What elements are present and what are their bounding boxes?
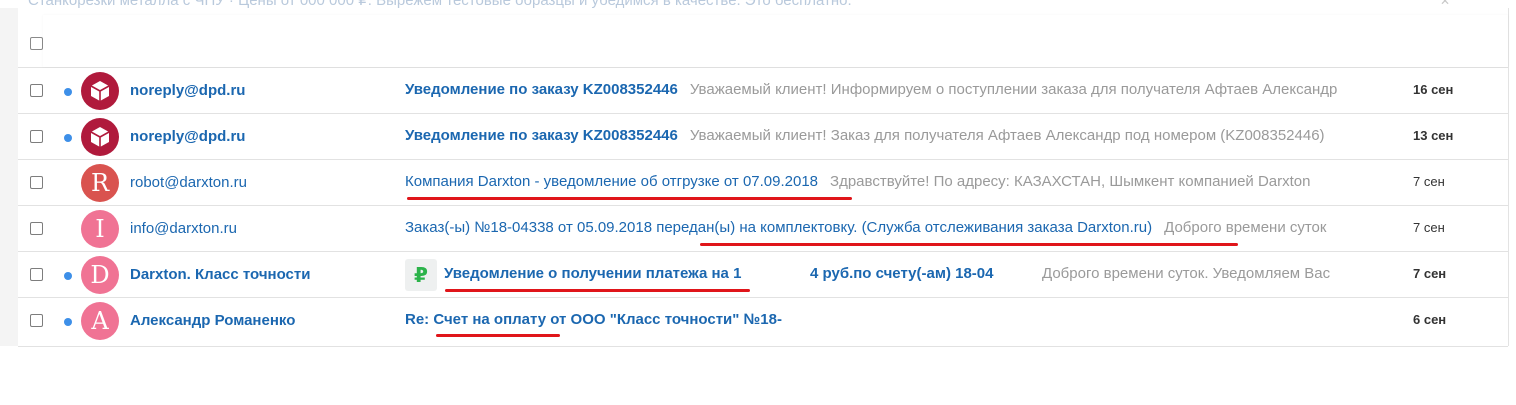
left-rail (0, 8, 18, 346)
message-row-3[interactable]: R robot@darxton.ru Компания Darxton - ув… (18, 160, 1508, 206)
subject[interactable]: Уведомление по заказу KZ008352446 (405, 127, 678, 144)
preview: Уважаемый клиент! Заказ для получателя А… (689, 127, 1325, 144)
subject-area-tail[interactable]: 4 руб.по счету(-ам) 18-04 (810, 265, 1010, 287)
top-partial-text: Станкорезки металла с ЧПУ · Цены от 000 … (28, 0, 852, 8)
sender-name[interactable]: Александр Романенко (130, 312, 295, 329)
dpd-cube-icon (81, 72, 119, 110)
date: 7 сен (1413, 174, 1445, 189)
avatar: D (81, 256, 119, 294)
subject[interactable]: Компания Darxton - уведомление об отгруз… (405, 173, 818, 190)
avatar: A (81, 302, 119, 340)
unread-dot[interactable] (64, 318, 72, 326)
subject-area[interactable]: Уведомление по заказу KZ008352446 Уважаем… (405, 127, 1357, 149)
unread-dot[interactable] (64, 88, 72, 96)
preview: Доброго времени суток (1164, 219, 1327, 236)
select-all-checkbox[interactable] (30, 37, 43, 50)
dpd-cube-icon (81, 118, 119, 156)
subject-part-b[interactable]: 4 руб.по счету(-ам) 18-04 (810, 265, 993, 282)
annotation-underline (445, 289, 750, 292)
ruble-sign: ₽ (414, 264, 428, 287)
annotation-underline (407, 197, 852, 200)
avatar: R (81, 164, 119, 202)
list-header (18, 8, 1508, 68)
cube-icon (90, 127, 110, 147)
subject-area[interactable]: Уведомление по заказу KZ008352446 Уважаем… (405, 81, 1357, 103)
subject-area[interactable]: Заказ(-ы) №18-04338 от 05.09.2018 переда… (405, 219, 1357, 241)
message-row-5[interactable]: D Darxton. Класс точности ₽ Уведомление … (18, 252, 1508, 298)
close-icon[interactable]: ✕ (1440, 0, 1456, 8)
sender-name[interactable]: robot@darxton.ru (130, 174, 247, 191)
toolbar-blank (43, 15, 1508, 67)
message-row-4[interactable]: I info@darxton.ru Заказ(-ы) №18-04338 от… (18, 206, 1508, 252)
subject-area[interactable]: Компания Darxton - уведомление об отгруз… (405, 173, 1357, 195)
message-row-2[interactable]: noreply@dpd.ru Уведомление по заказу KZ0… (18, 114, 1508, 160)
date: 7 сен (1413, 220, 1445, 235)
avatar-letter: D (90, 261, 110, 289)
row-checkbox[interactable] (30, 130, 43, 143)
subject-part-a[interactable]: Уведомление о получении платежа на 1 (444, 265, 741, 282)
unread-dot[interactable] (64, 134, 72, 142)
row-checkbox[interactable] (30, 222, 43, 235)
preview-area: Доброго времени суток. Уведомляем Вас (1042, 265, 1357, 287)
subject[interactable]: Заказ(-ы) №18-04338 от 05.09.2018 переда… (405, 219, 1152, 236)
redaction-mask (814, 304, 1354, 346)
date: 13 сен (1413, 128, 1454, 143)
date: 7 сен (1413, 266, 1447, 281)
annotation-underline (700, 243, 1238, 246)
subject-area[interactable]: Re: Счет на оплату от ООО "Класс точност… (405, 311, 825, 333)
message-list: noreply@dpd.ru Уведомление по заказу KZ0… (18, 8, 1509, 346)
row-checkbox[interactable] (30, 268, 43, 281)
subject[interactable]: Re: Счет на оплату от ООО "Класс точност… (405, 311, 782, 328)
cube-icon (90, 81, 110, 101)
list-bottom-border (18, 346, 1508, 347)
date: 16 сен (1413, 82, 1454, 97)
sender-name[interactable]: noreply@dpd.ru (130, 128, 245, 145)
avatar-letter: I (95, 215, 105, 243)
sender-name[interactable]: Darxton. Класс точности (130, 266, 310, 283)
preview: Доброго времени суток. Уведомляем Вас (1042, 265, 1331, 282)
row-checkbox[interactable] (30, 84, 43, 97)
unread-dot[interactable] (64, 272, 72, 280)
subject[interactable]: Уведомление по заказу KZ008352446 (405, 81, 678, 98)
avatar-letter: R (90, 169, 110, 197)
avatar: I (81, 210, 119, 248)
avatar-letter: A (91, 307, 109, 335)
sender-name[interactable]: noreply@dpd.ru (130, 82, 245, 99)
preview: Здравствуйте! По адресу: КАЗАХСТАН, Шымк… (830, 173, 1311, 190)
annotation-underline (436, 334, 560, 337)
row-checkbox[interactable] (30, 176, 43, 189)
date: 6 сен (1413, 312, 1447, 327)
message-row-1[interactable]: noreply@dpd.ru Уведомление по заказу KZ0… (18, 68, 1508, 114)
row-checkbox[interactable] (30, 314, 43, 327)
redaction-mask (770, 262, 810, 288)
ruble-icon: ₽ (405, 259, 437, 291)
top-partial-strip: Станкорезки металла с ЧПУ · Цены от 000 … (0, 0, 1516, 8)
sender-name[interactable]: info@darxton.ru (130, 220, 237, 237)
preview: Уважаемый клиент! Информируем о поступле… (689, 81, 1338, 98)
message-row-6[interactable]: A Александр Романенко Re: Счет на оплату… (18, 298, 1508, 346)
